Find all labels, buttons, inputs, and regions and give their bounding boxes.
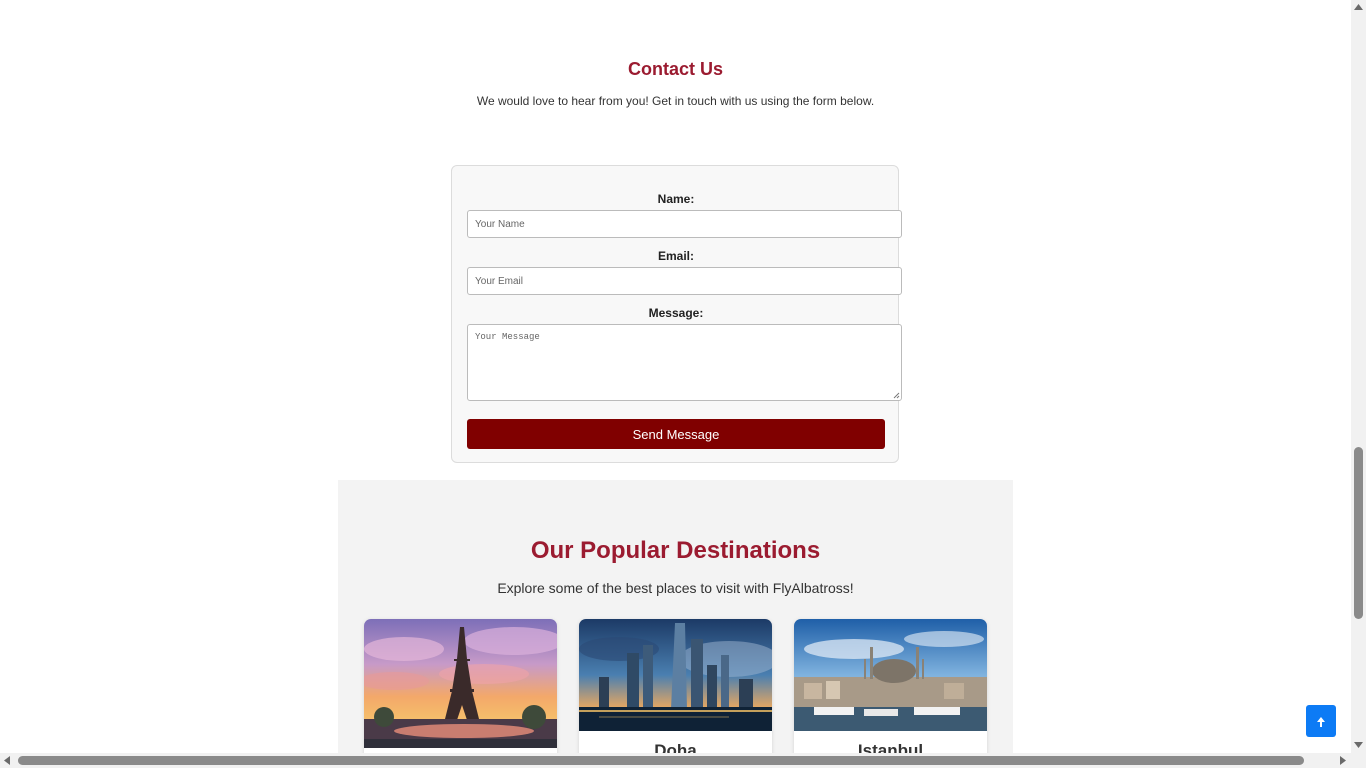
destinations-title: Our Popular Destinations (530, 537, 821, 564)
vertical-scrollbar[interactable] (1351, 0, 1366, 753)
destination-card-paris[interactable] (364, 619, 557, 753)
scroll-down-icon[interactable] (1354, 742, 1363, 748)
destinations-section: Our Popular Destinations Explore some of… (338, 480, 1013, 753)
arrow-up-icon (1317, 716, 1325, 727)
scroll-right-icon[interactable] (1340, 756, 1346, 765)
name-label: Name: (657, 192, 695, 206)
email-input[interactable] (467, 267, 902, 295)
back-to-top-button[interactable] (1306, 705, 1336, 737)
destination-name: Istanbul (857, 741, 924, 753)
destination-card-istanbul[interactable]: Istanbul (794, 619, 987, 753)
page-viewport: Contact Us We would love to hear from yo… (0, 0, 1351, 753)
doha-skyline-image (579, 619, 772, 731)
message-label: Message: (648, 306, 704, 320)
destination-card-doha[interactable]: Doha (579, 619, 772, 753)
eiffel-tower-image (364, 619, 557, 748)
horizontal-scrollbar[interactable] (0, 753, 1351, 768)
destinations-subtitle: Explore some of the best places to visit… (497, 580, 854, 596)
istanbul-city-image (794, 619, 987, 731)
email-label: Email: (657, 249, 694, 263)
contact-form: Name: Email: Message: Send Message (451, 165, 902, 463)
contact-subtitle: We would love to hear from you! Get in t… (476, 94, 875, 108)
vertical-scroll-thumb[interactable] (1354, 447, 1363, 619)
message-textarea[interactable] (467, 324, 902, 401)
destination-name: Doha (654, 741, 697, 753)
scroll-left-icon[interactable] (4, 756, 10, 765)
name-input[interactable] (467, 210, 902, 238)
contact-title: Contact Us (627, 59, 723, 79)
send-message-button[interactable]: Send Message (467, 419, 885, 449)
scroll-up-icon[interactable] (1354, 4, 1363, 10)
scrollbar-corner (1351, 753, 1366, 768)
horizontal-scroll-thumb[interactable] (18, 756, 1304, 765)
